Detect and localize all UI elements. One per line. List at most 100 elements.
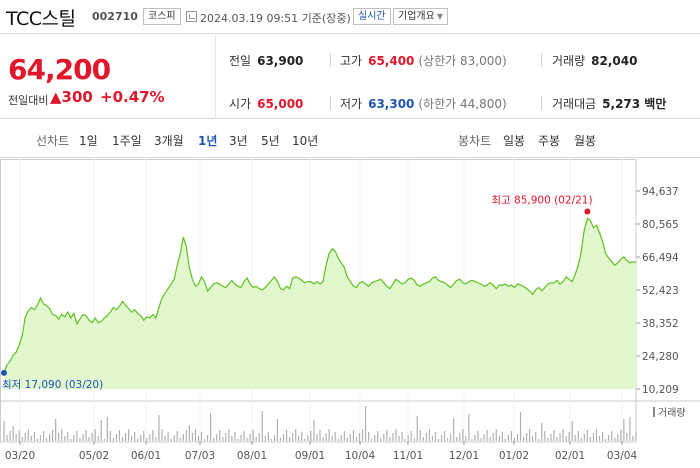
volume-bar (504, 439, 506, 441)
volume-bar (425, 433, 427, 441)
volume-bar (231, 436, 233, 441)
volume-bar (486, 430, 488, 441)
y-tick-label: 80,565 (642, 219, 679, 231)
volume-bar (492, 433, 494, 441)
divider (215, 35, 216, 119)
volume-bar (489, 437, 491, 441)
tab-weekly[interactable]: 주봉 (538, 132, 560, 149)
volume-bar (185, 430, 187, 441)
volume-bar (568, 432, 570, 441)
volume-bar (422, 437, 424, 441)
volume-bar (240, 435, 242, 441)
x-tick-label: 10/04 (345, 450, 376, 462)
x-tick-label: 03/04 (607, 450, 638, 462)
volume-bar (480, 438, 482, 441)
volume-bar (85, 430, 87, 441)
volume-bar (249, 434, 251, 441)
realtime-button[interactable]: 실시간 (353, 8, 391, 25)
volume-bar (562, 429, 564, 441)
y-tick-label: 66,494 (642, 252, 679, 264)
volume-bar (349, 434, 351, 441)
tab-monthly[interactable]: 월봉 (574, 132, 596, 149)
stat-label: 거래대금 (552, 97, 597, 111)
volume-bar (298, 436, 300, 441)
volume-bar (325, 433, 327, 441)
tab-3m[interactable]: 3개월 (154, 132, 184, 149)
volume-bar (574, 435, 576, 441)
volume-bar (188, 425, 190, 441)
volume-bar (389, 437, 391, 441)
volume-bar (580, 438, 582, 441)
stock-code: 002710 (92, 10, 138, 23)
price-area-fill (4, 218, 636, 389)
stat-label: 저가 (340, 97, 363, 111)
volume-bar (45, 438, 48, 441)
volume-bar (614, 438, 616, 441)
volume-bar (413, 438, 415, 441)
x-tick-label: 03/20 (5, 450, 35, 462)
volume-bar (331, 436, 333, 441)
volume-bar (9, 431, 11, 441)
volume-bar (526, 433, 528, 441)
volume-bar (474, 435, 476, 441)
volume-bar (437, 439, 440, 441)
volume-bar (410, 431, 412, 441)
tab-1y[interactable]: 1년 (198, 132, 217, 149)
stat-label: 거래량 (552, 54, 586, 68)
volume-bar (167, 432, 169, 441)
volume-bar (346, 438, 348, 441)
y-tick-label: 52,423 (642, 285, 679, 297)
volume-bar (200, 432, 203, 441)
volume-bar (374, 435, 376, 441)
volume-bar (70, 439, 72, 441)
volume-bar (316, 434, 318, 441)
x-tick-label: 05/02 (79, 450, 109, 462)
volume-bar (61, 429, 63, 441)
volume-bar (73, 435, 75, 441)
volume-bar (12, 426, 14, 441)
stat-value: 5,273 백만 (602, 97, 667, 111)
volume-bar (632, 436, 634, 441)
tab-5y[interactable]: 5년 (261, 132, 280, 149)
tab-1d[interactable]: 1일 (79, 132, 98, 149)
volume-bar (428, 429, 430, 441)
chevron-down-icon: ▼ (436, 12, 443, 21)
volume-bar (219, 430, 221, 441)
volume-bar (210, 413, 212, 441)
price-chart[interactable]: 03/20 05/02 06/01 07/03 08/01 09/01 10/04 11/01… (0, 159, 700, 468)
volume-bar (495, 429, 497, 441)
volume-bar (182, 434, 184, 441)
volume-legend-swatch (653, 407, 655, 417)
volume-bar (611, 431, 613, 441)
tab-1w[interactable]: 1주일 (112, 132, 142, 149)
volume-bar (313, 420, 315, 441)
volume-bar (355, 437, 358, 441)
volume-bar (447, 438, 449, 441)
tab-3y[interactable]: 3년 (229, 132, 248, 149)
volume-bar (292, 433, 294, 441)
volume-bar (510, 431, 513, 441)
volume-bar (380, 438, 382, 441)
volume-bar (82, 434, 84, 441)
volume-bar (55, 419, 57, 441)
volume-bar (629, 417, 631, 441)
volume-bar (304, 439, 306, 441)
volume-bar (222, 437, 224, 441)
x-tick-label: 06/01 (131, 450, 161, 462)
tab-daily[interactable]: 일봉 (503, 132, 525, 149)
volume-bar (143, 431, 145, 441)
volume-bar (30, 436, 32, 441)
change-amount: ▲300 (50, 88, 93, 106)
tab-10y[interactable]: 10년 (292, 132, 318, 149)
volume-bar (252, 430, 254, 441)
volume-bar (33, 432, 35, 441)
volume-bar (398, 436, 400, 441)
volume-bar (541, 423, 543, 441)
volume-bar (100, 420, 102, 441)
company-overview-button[interactable]: 기업개요 ▼ (393, 8, 448, 25)
volume-bar (401, 432, 403, 441)
volume-bar (164, 436, 166, 441)
volume-bar (109, 431, 111, 441)
volume-bar (395, 429, 397, 441)
volume-bar (431, 436, 434, 441)
